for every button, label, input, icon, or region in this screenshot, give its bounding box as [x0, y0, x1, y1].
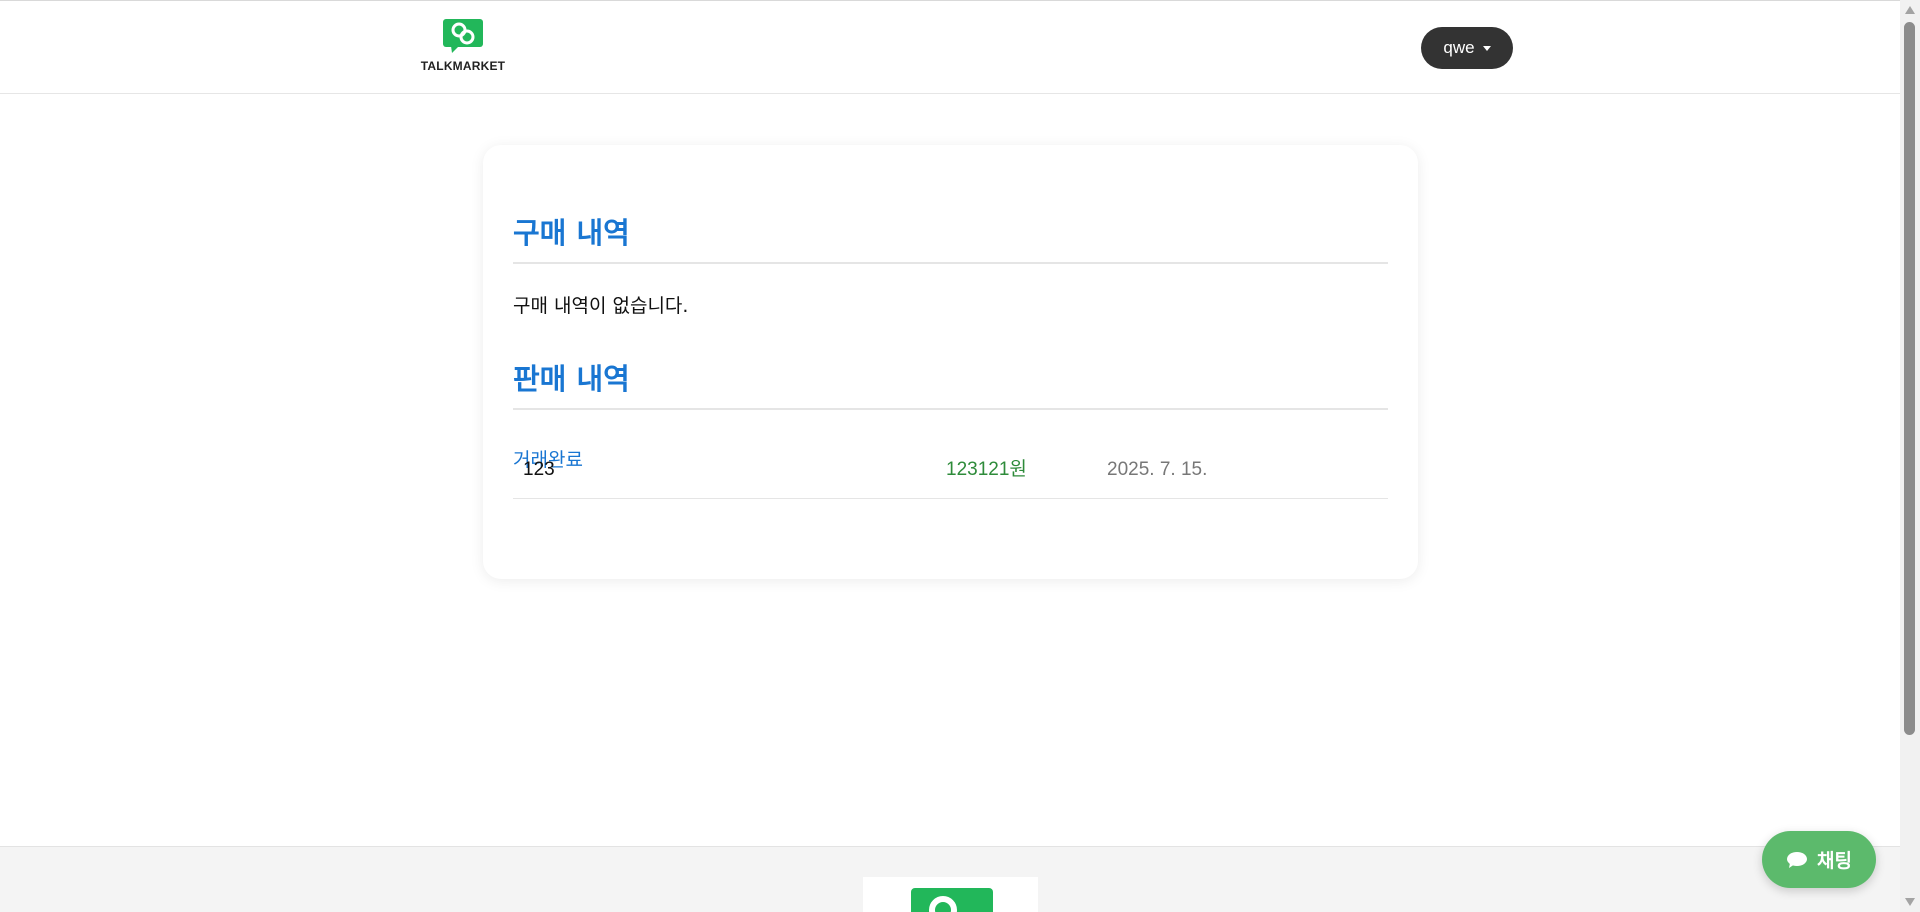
scroll-down-arrow-icon[interactable]	[1905, 898, 1915, 906]
chat-button[interactable]: 채팅	[1762, 831, 1876, 888]
purchase-empty-message: 구매 내역이 없습니다.	[513, 295, 689, 317]
purchase-history-title: 구매 내역	[513, 216, 630, 250]
browser-viewport: TALKMARKET qwe 구매 내역 구매 내역이 없습니다. 판매 내역 …	[0, 0, 1920, 912]
talkmarket-logo-icon	[443, 19, 483, 53]
chat-button-label: 채팅	[1817, 850, 1852, 872]
logo-link[interactable]: TALKMARKET	[420, 17, 506, 77]
talkmarket-logo-icon	[911, 888, 993, 912]
sale-item-date: 2025. 7. 15.	[1107, 459, 1208, 480]
scrollbar-thumb[interactable]	[1904, 22, 1915, 735]
page: TALKMARKET qwe 구매 내역 구매 내역이 없습니다. 판매 내역 …	[0, 0, 1900, 912]
user-menu-button[interactable]: qwe	[1421, 27, 1513, 69]
sale-item-name: 123	[523, 459, 555, 480]
sale-row: 123 123121원 2025. 7. 15. 거래완료	[513, 445, 1388, 499]
site-footer	[0, 846, 1900, 912]
divider	[513, 262, 1388, 264]
logo-text: TALKMARKET	[420, 59, 506, 73]
divider	[513, 408, 1388, 410]
chat-bubble-icon	[1787, 851, 1808, 868]
site-header: TALKMARKET qwe	[0, 0, 1900, 94]
vertical-scrollbar[interactable]	[1900, 0, 1920, 912]
scroll-up-arrow-icon[interactable]	[1905, 6, 1915, 14]
user-menu-label: qwe	[1443, 38, 1475, 57]
sales-history-title: 판매 내역	[513, 362, 630, 396]
footer-logo	[863, 877, 1038, 912]
sale-item-price: 123121원	[946, 459, 1027, 480]
history-card: 구매 내역 구매 내역이 없습니다. 판매 내역 123 123121원 202…	[483, 145, 1418, 579]
caret-down-icon	[1482, 46, 1491, 51]
